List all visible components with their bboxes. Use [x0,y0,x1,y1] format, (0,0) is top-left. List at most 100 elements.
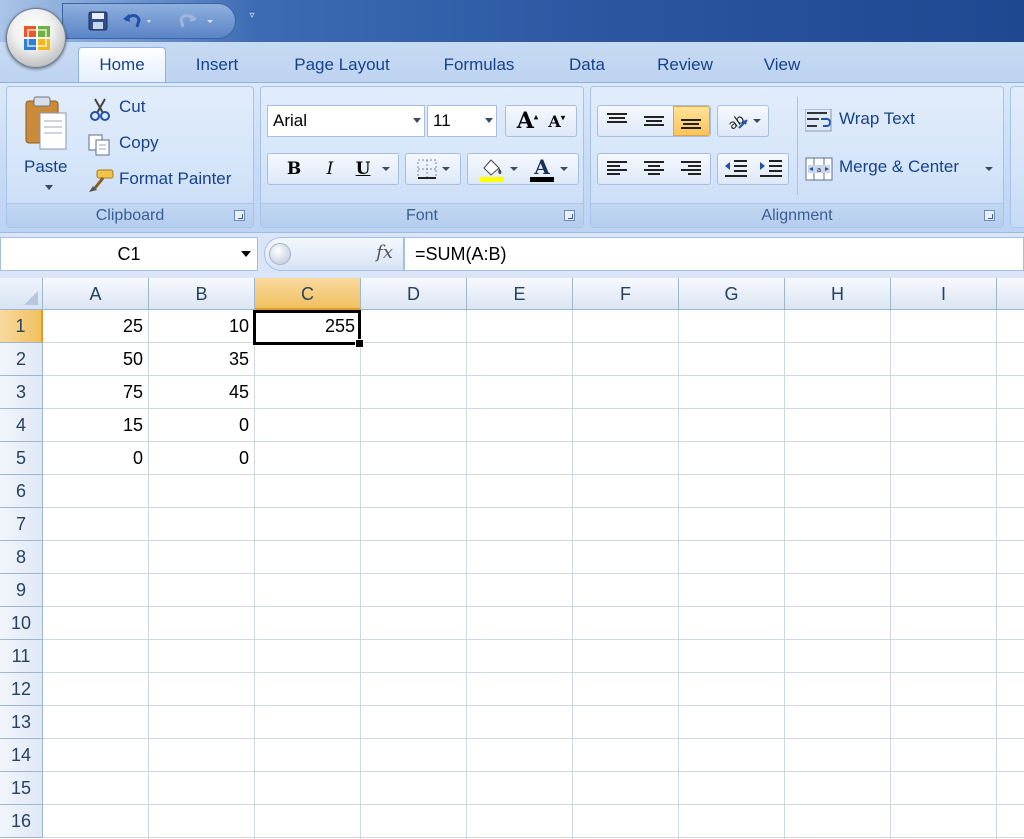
cell-a5[interactable]: 0 [43,442,148,475]
cell-b5[interactable]: 0 [149,442,254,475]
name-box[interactable]: C1 [0,237,258,271]
tab-insert[interactable]: Insert [182,52,252,82]
font-style-buttons: B I U [267,153,399,185]
column-header-g[interactable]: G [679,278,785,310]
row-header-5[interactable]: 5 [0,442,43,475]
office-button-icon [24,26,50,50]
grid-line [43,573,1024,574]
align-bottom-icon[interactable] [672,106,711,136]
clipboard-dialog-launcher-icon[interactable] [234,210,245,221]
align-top-icon[interactable] [598,106,635,136]
formula-input[interactable]: =SUM(A:B) [404,237,1024,271]
row-header-14[interactable]: 14 [0,739,43,772]
row-header-6[interactable]: 6 [0,475,43,508]
row-header-10[interactable]: 10 [0,607,43,640]
save-button[interactable] [85,10,111,32]
cell-a4[interactable]: 15 [43,409,148,442]
tab-formulas[interactable]: Formulas [432,52,526,82]
column-header-c[interactable]: C [255,278,361,310]
name-box-dropdown-icon[interactable] [241,251,251,257]
font-name-combo[interactable]: Arial [267,105,425,137]
cut-button[interactable]: Cut [87,95,157,123]
column-header-partial[interactable] [997,278,1024,310]
cell-a2[interactable]: 50 [43,343,148,376]
grow-font-icon[interactable]: A▴ [517,108,539,134]
redo-button[interactable] [171,10,223,32]
font-name-dropdown-icon[interactable] [413,118,421,123]
row-header-11[interactable]: 11 [0,640,43,673]
column-header-f[interactable]: F [573,278,679,310]
office-button[interactable] [6,8,66,68]
row-header-9[interactable]: 9 [0,574,43,607]
tab-data[interactable]: Data [558,52,616,82]
grid-line [43,672,1024,673]
row-header-12[interactable]: 12 [0,673,43,706]
merge-center-dropdown-icon[interactable] [985,167,993,171]
tab-home[interactable]: Home [78,47,166,83]
font-color-button[interactable]: A [528,156,568,182]
border-button[interactable] [405,153,461,185]
underline-button[interactable]: U [348,159,378,179]
paste-button[interactable]: Paste [11,91,83,199]
customize-qat-icon[interactable]: ▿ [245,10,259,26]
active-cell-border[interactable] [253,310,364,348]
row-header-2[interactable]: 2 [0,343,43,376]
cell-b4[interactable]: 0 [149,409,254,442]
cell-b1[interactable]: 10 [149,310,254,343]
italic-button[interactable]: I [312,159,348,179]
font-size-combo[interactable]: 11 [427,105,497,137]
grid-line [890,310,891,839]
tab-view[interactable]: View [752,52,812,82]
tab-page-layout[interactable]: Page Layout [282,52,402,82]
column-header-e[interactable]: E [467,278,573,310]
row-header-13[interactable]: 13 [0,706,43,739]
row-header-15[interactable]: 15 [0,772,43,805]
wrap-text-button[interactable]: Wrap Text [805,105,935,137]
copy-label: Copy [119,133,159,152]
tab-review[interactable]: Review [646,52,724,82]
align-right-icon[interactable] [673,154,710,184]
alignment-dialog-launcher-icon[interactable] [984,210,995,221]
fx-icon[interactable]: fx [376,242,393,263]
column-header-i[interactable]: I [891,278,997,310]
bold-button[interactable]: B [276,159,312,179]
copy-button[interactable]: Copy [87,131,177,159]
align-center-icon[interactable] [635,154,672,184]
redo-icon [179,14,213,28]
row-header-1[interactable]: 1 [0,310,43,343]
align-left-icon[interactable] [598,154,635,184]
cell-b2[interactable]: 35 [149,343,254,376]
shrink-font-icon[interactable]: A▾ [548,112,565,131]
column-header-h[interactable]: H [785,278,891,310]
column-header-d[interactable]: D [361,278,467,310]
orientation-button[interactable]: ab [717,105,769,137]
row-header-16[interactable]: 16 [0,805,43,838]
cell-a3[interactable]: 75 [43,376,148,409]
column-header-b[interactable]: B [149,278,255,310]
increase-indent-icon[interactable] [753,154,788,184]
row-header-4[interactable]: 4 [0,409,43,442]
row-header-7[interactable]: 7 [0,508,43,541]
orientation-dropdown-icon[interactable] [753,119,761,123]
fill-color-dropdown-icon[interactable] [510,167,518,171]
cell-a1[interactable]: 25 [43,310,148,343]
border-dropdown-icon[interactable] [442,167,450,171]
align-middle-icon[interactable] [635,106,672,136]
format-painter-button[interactable]: Format Painter [87,167,249,195]
font-size-dropdown-icon[interactable] [485,118,493,123]
font-size-buttons: A▴ A▾ [505,105,577,137]
underline-dropdown-icon[interactable] [382,167,390,171]
undo-button[interactable] [121,10,155,32]
column-header-a[interactable]: A [43,278,149,310]
row-header-8[interactable]: 8 [0,541,43,574]
paste-dropdown-icon[interactable] [45,185,53,190]
cell-b3[interactable]: 45 [149,376,254,409]
fill-color-button[interactable] [478,156,518,182]
font-dialog-launcher-icon[interactable] [564,210,575,221]
select-all-button[interactable] [0,278,43,310]
merge-center-button[interactable]: a Merge & Center [805,153,1001,185]
row-header-3[interactable]: 3 [0,376,43,409]
decrease-indent-icon[interactable] [718,154,753,184]
formula-bar-resize-handle[interactable] [269,243,291,265]
font-color-dropdown-icon[interactable] [560,167,568,171]
